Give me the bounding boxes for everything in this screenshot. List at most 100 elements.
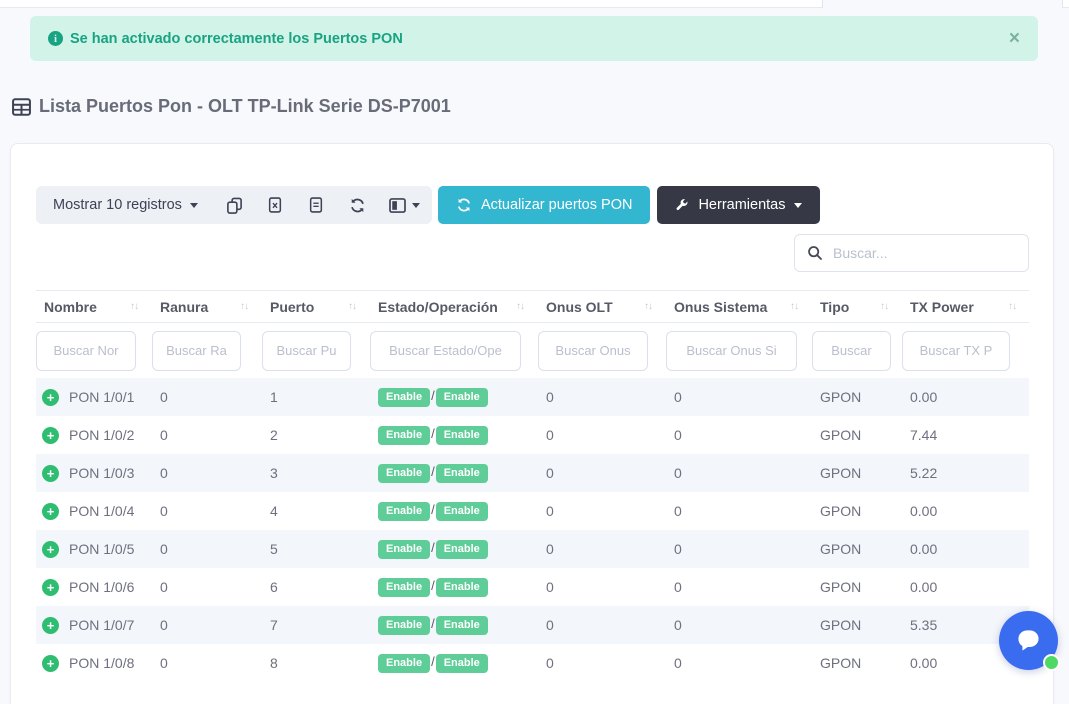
enable-badge: Enable (436, 540, 488, 559)
sort-icon: ↑↓ (880, 301, 888, 312)
table-icon (12, 98, 31, 116)
cell-nombre: +PON 1/0/3 (36, 465, 152, 482)
cell-onus-olt: 0 (538, 503, 666, 519)
filter-puerto-input[interactable] (262, 331, 351, 371)
cell-onus-sistema: 0 (666, 617, 812, 633)
enable-badge: Enable (436, 388, 488, 407)
sort-icon: ↑↓ (790, 301, 798, 312)
column-header-tx_power[interactable]: TX Power↑↓ (902, 299, 1030, 315)
cell-estado-operacion: Enable/Enable (370, 501, 538, 521)
column-header-ranura[interactable]: Ranura↑↓ (152, 299, 262, 315)
refresh-icon (456, 197, 472, 213)
cell-estado-operacion: Enable/Enable (370, 653, 538, 673)
filter-tx_power-input[interactable] (902, 331, 1010, 371)
info-icon: i (48, 31, 63, 46)
alert-close-button[interactable]: × (1009, 29, 1020, 48)
cell-estado-operacion: Enable/Enable (370, 387, 538, 407)
copy-icon-button[interactable] (214, 186, 255, 224)
table-row: +PON 1/0/808Enable/Enable00GPON0.00 (36, 644, 1029, 682)
expand-row-plus-icon[interactable]: + (42, 617, 59, 634)
column-header-onus_olt[interactable]: Onus OLT↑↓ (538, 299, 666, 315)
cell-tx-power: 0.00 (902, 389, 1030, 405)
expand-row-plus-icon[interactable]: + (42, 541, 59, 558)
show-entries-dropdown[interactable]: Mostrar 10 registros (36, 186, 214, 224)
filter-estado-input[interactable] (370, 331, 521, 371)
cell-estado-operacion: Enable/Enable (370, 615, 538, 635)
expand-row-plus-icon[interactable]: + (42, 503, 59, 520)
cell-tipo: GPON (812, 579, 902, 595)
cell-nombre: +PON 1/0/4 (36, 503, 152, 520)
table-row: +PON 1/0/101Enable/Enable00GPON0.00 (36, 378, 1029, 416)
cell-puerto: 2 (262, 427, 370, 443)
sort-icon: ↑↓ (240, 301, 248, 312)
tools-dropdown-button[interactable]: Herramientas (657, 186, 820, 224)
enable-badge: Enable (378, 540, 430, 559)
wrench-icon (675, 198, 689, 212)
enable-badge: Enable (378, 464, 430, 483)
expand-row-plus-icon[interactable]: + (42, 655, 59, 672)
filter-ranura-input[interactable] (152, 331, 241, 371)
chat-widget-button[interactable] (999, 611, 1058, 670)
sort-icon: ↑↓ (1008, 301, 1016, 312)
expand-row-plus-icon[interactable]: + (42, 389, 59, 406)
file-export-icon-button[interactable] (296, 186, 337, 224)
expand-row-plus-icon[interactable]: + (42, 465, 59, 482)
cell-nombre: +PON 1/0/6 (36, 579, 152, 596)
refresh-icon-button[interactable] (337, 186, 378, 224)
expand-row-plus-icon[interactable]: + (42, 579, 59, 596)
column-header-estado[interactable]: Estado/Operación↑↓ (370, 299, 538, 315)
table-row: +PON 1/0/505Enable/Enable00GPON0.00 (36, 530, 1029, 568)
cell-nombre: +PON 1/0/8 (36, 655, 152, 672)
table-toolbar: Mostrar 10 registros (36, 186, 1029, 224)
filter-onus_olt-input[interactable] (538, 331, 648, 371)
table-filter-row (36, 323, 1029, 378)
enable-badge: Enable (436, 426, 488, 445)
cell-ranura: 0 (152, 503, 262, 519)
excel-export-icon-button[interactable] (255, 186, 296, 224)
topbar-edge (0, 0, 1069, 8)
caret-down-icon (190, 203, 198, 208)
cell-tipo: GPON (812, 503, 902, 519)
cell-ranura: 0 (152, 579, 262, 595)
sort-icon: ↑↓ (516, 301, 524, 312)
cell-tx-power: 5.22 (902, 465, 1030, 481)
update-pon-ports-button[interactable]: Actualizar puertos PON (438, 186, 651, 224)
cell-puerto: 3 (262, 465, 370, 481)
column-header-onus_sistema[interactable]: Onus Sistema↑↓ (666, 299, 812, 315)
cell-onus-olt: 0 (538, 579, 666, 595)
pon-ports-card: Mostrar 10 registros (10, 143, 1054, 704)
column-header-nombre[interactable]: Nombre↑↓ (36, 299, 152, 315)
cell-tipo: GPON (812, 617, 902, 633)
cell-tx-power: 7.44 (902, 427, 1030, 443)
sort-icon: ↑↓ (348, 301, 356, 312)
cell-tipo: GPON (812, 465, 902, 481)
cell-onus-olt: 0 (538, 389, 666, 405)
filter-tipo-input[interactable] (812, 331, 891, 371)
enable-badge: Enable (436, 578, 488, 597)
cell-onus-olt: 0 (538, 465, 666, 481)
cell-onus-sistema: 0 (666, 541, 812, 557)
expand-row-plus-icon[interactable]: + (42, 427, 59, 444)
page: i Se han activado correctamente los Puer… (0, 0, 1069, 704)
cell-onus-olt: 0 (538, 541, 666, 557)
filter-nombre-input[interactable] (36, 331, 136, 371)
filter-onus_sistema-input[interactable] (666, 331, 797, 371)
column-visibility-icon-button[interactable] (378, 186, 432, 224)
column-header-puerto[interactable]: Puerto↑↓ (262, 299, 370, 315)
sort-icon: ↑↓ (130, 301, 138, 312)
cell-ranura: 0 (152, 427, 262, 443)
sort-icon: ↑↓ (644, 301, 652, 312)
cell-puerto: 7 (262, 617, 370, 633)
cell-onus-sistema: 0 (666, 389, 812, 405)
search-icon (807, 245, 823, 261)
global-search-input[interactable] (833, 245, 1016, 261)
pon-ports-table: Nombre↑↓Ranura↑↓Puerto↑↓Estado/Operación… (36, 290, 1029, 682)
enable-badge: Enable (378, 426, 430, 445)
alert-message: Se han activado correctamente los Puerto… (70, 31, 403, 47)
column-header-tipo[interactable]: Tipo↑↓ (812, 299, 902, 315)
caret-down-icon (794, 203, 802, 208)
cell-onus-olt: 0 (538, 617, 666, 633)
cell-estado-operacion: Enable/Enable (370, 539, 538, 559)
enable-badge: Enable (378, 616, 430, 635)
cell-nombre: +PON 1/0/7 (36, 617, 152, 634)
